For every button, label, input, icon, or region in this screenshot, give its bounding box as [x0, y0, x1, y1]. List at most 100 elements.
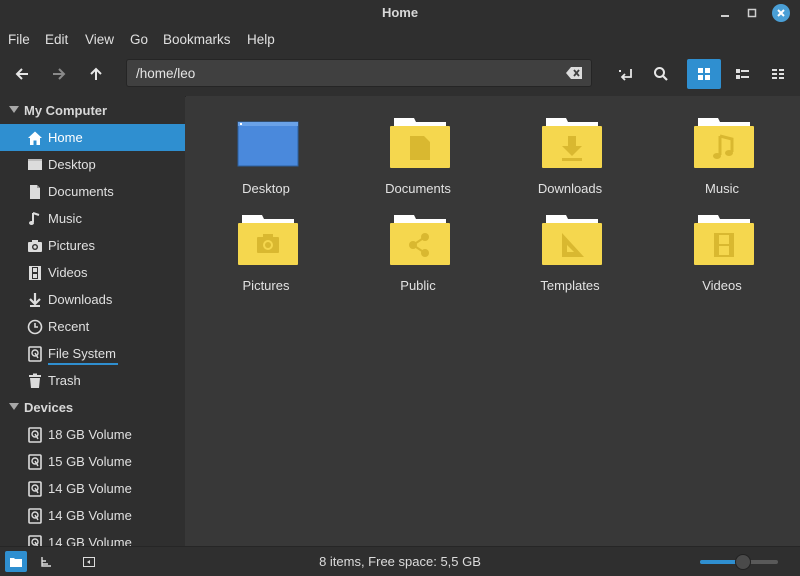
icon-view-button[interactable]: [687, 59, 721, 89]
sidebar-item-label: Recent: [48, 319, 90, 334]
file-item-videos[interactable]: Videos: [652, 200, 792, 293]
close-button[interactable]: [772, 4, 790, 22]
up-button[interactable]: [82, 60, 110, 88]
toggle-location-button[interactable]: [612, 60, 640, 88]
file-label: Pictures: [242, 278, 290, 293]
status-bar: 8 items, Free space: 5,5 GB: [0, 546, 800, 576]
document-icon: [30, 185, 40, 199]
minimize-button[interactable]: [716, 4, 734, 22]
file-item-desktop[interactable]: Desktop: [196, 103, 336, 196]
menu-help[interactable]: Help: [247, 32, 275, 47]
clock-icon: [27, 319, 43, 335]
title-bar: Home: [0, 0, 800, 26]
sidebar-item-volume[interactable]: 15 GB Volume: [0, 448, 185, 475]
sidebar-item-label: Videos: [48, 265, 88, 280]
sidebar-item-label: Desktop: [48, 157, 96, 172]
sidebar-item-videos[interactable]: Videos: [0, 259, 185, 286]
search-button[interactable]: [647, 60, 675, 88]
sidebar-item-label: Trash: [48, 373, 81, 388]
download-icon: [29, 293, 41, 307]
disk-usage-bar: [48, 363, 118, 365]
menu-view[interactable]: View: [85, 32, 114, 47]
sidebar-item-downloads[interactable]: Downloads: [0, 286, 185, 313]
zoom-slider[interactable]: [700, 554, 778, 570]
drive-icon: [28, 481, 42, 497]
file-item-documents[interactable]: Documents: [348, 103, 488, 196]
sidebar-item-label: Music: [48, 211, 82, 226]
file-manager-window: Home File Edit View Go Bookmarks Help /h…: [0, 0, 800, 576]
pictures-folder-icon: [238, 215, 298, 265]
videos-folder-icon: [694, 215, 754, 265]
film-icon: [29, 266, 41, 280]
menu-file[interactable]: File: [8, 32, 30, 47]
back-button[interactable]: [8, 60, 36, 88]
home-icon: [28, 131, 42, 145]
sidebar-item-label: 14 GB Volume: [48, 535, 132, 546]
drive-icon: [28, 535, 42, 546]
sidebar-item-pictures[interactable]: Pictures: [0, 232, 185, 259]
minimize-icon: [721, 15, 729, 17]
clear-location-button[interactable]: [566, 66, 583, 83]
sidebar-item-file-system[interactable]: File System: [0, 340, 185, 367]
music-icon: [29, 212, 40, 225]
sidebar-item-volume[interactable]: 18 GB Volume: [0, 421, 185, 448]
forward-button[interactable]: [45, 60, 73, 88]
menu-bar: File Edit View Go Bookmarks Help: [0, 26, 800, 52]
file-label: Music: [705, 181, 739, 196]
desktop-icon: [28, 159, 42, 170]
sidebar-item-recent[interactable]: Recent: [0, 313, 185, 340]
maximize-button[interactable]: [743, 4, 761, 22]
sidebar-item-label: File System: [48, 346, 116, 361]
sidebar-item-music[interactable]: Music: [0, 205, 185, 232]
file-label: Downloads: [537, 181, 603, 196]
arrow-left-icon: [15, 68, 28, 80]
arrow-up-icon: [90, 67, 102, 80]
drive-icon: [28, 346, 42, 362]
sidebar-item-trash[interactable]: Trash: [0, 367, 185, 394]
music-folder-icon: [694, 118, 754, 168]
sidebar-item-label: Documents: [48, 184, 114, 199]
sidebar-item-label: 14 GB Volume: [48, 508, 132, 523]
sidebar-section-devices[interactable]: Devices: [0, 394, 185, 420]
sidebar: My Computer Home Desktop Documents Music…: [0, 96, 185, 546]
list-view-button[interactable]: [725, 59, 759, 89]
menu-go[interactable]: Go: [130, 32, 148, 47]
backspace-icon: [566, 67, 582, 79]
file-item-music[interactable]: Music: [652, 103, 792, 196]
file-item-templates[interactable]: Templates: [500, 200, 640, 293]
chevron-down-icon: [9, 106, 19, 113]
file-label: Public: [400, 278, 436, 293]
sidebar-item-volume[interactable]: 14 GB Volume: [0, 529, 185, 546]
sidebar-item-label: 18 GB Volume: [48, 427, 132, 442]
sidebar-item-home[interactable]: Home: [0, 124, 185, 151]
drive-icon: [28, 508, 42, 524]
list-view-icon: [735, 69, 749, 79]
sidebar-item-desktop[interactable]: Desktop: [0, 151, 185, 178]
location-bar[interactable]: /home/leo: [126, 59, 592, 87]
documents-folder-icon: [390, 118, 450, 168]
sidebar-item-label: 14 GB Volume: [48, 481, 132, 496]
maximize-icon: [747, 8, 757, 18]
menu-bookmarks[interactable]: Bookmarks: [163, 32, 231, 47]
sidebar-item-volume[interactable]: 14 GB Volume: [0, 502, 185, 529]
sidebar-item-label: Downloads: [48, 292, 113, 307]
location-toggle-icon: [619, 69, 632, 81]
sidebar-item-volume[interactable]: 14 GB Volume: [0, 475, 185, 502]
sidebar-section-my-computer[interactable]: My Computer: [0, 97, 185, 123]
zoom-slider-handle[interactable]: [734, 554, 751, 570]
sidebar-item-label: 15 GB Volume: [48, 454, 132, 469]
compact-view-icon: [771, 69, 784, 79]
file-label: Documents: [385, 181, 451, 196]
close-icon: [777, 9, 785, 17]
menu-edit[interactable]: Edit: [45, 32, 68, 47]
drive-icon: [28, 427, 42, 443]
camera-icon: [28, 240, 42, 252]
compact-view-button[interactable]: [761, 59, 795, 89]
location-path: /home/leo: [136, 66, 196, 81]
file-item-downloads[interactable]: Downloads: [500, 103, 640, 196]
grid-view-icon: [698, 68, 710, 80]
file-item-public[interactable]: Public: [348, 200, 488, 293]
sidebar-item-documents[interactable]: Documents: [0, 178, 185, 205]
file-item-pictures[interactable]: Pictures: [196, 200, 336, 293]
file-view[interactable]: Desktop Documents Downloads Music Pictur…: [186, 96, 800, 546]
